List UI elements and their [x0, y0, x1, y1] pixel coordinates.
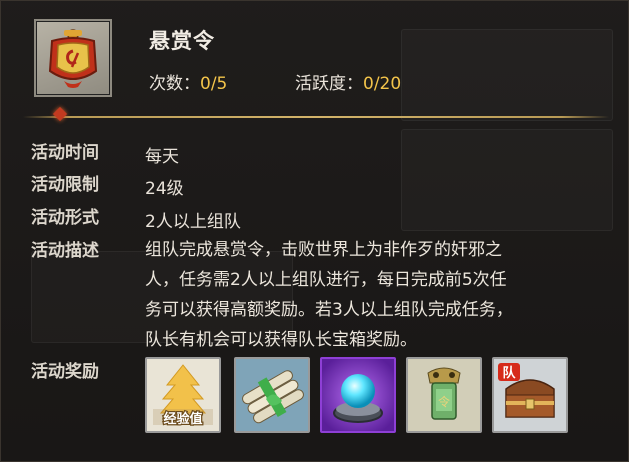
divider-gem-icon — [52, 106, 68, 122]
activity-points-value: 0/20 — [363, 74, 402, 94]
form-label: 活动形式 — [31, 208, 99, 228]
svg-text:令: 令 — [438, 394, 450, 409]
count-value: 0/5 — [200, 74, 228, 94]
activity-detail-panel: 悬赏令 次数：0/5 活跃度：0/20 活动时间 每天 活动限制 24级 活动形… — [0, 0, 629, 462]
header-divider — [23, 116, 609, 118]
description-line: 组队完成悬赏令，击败世界上为非作歹的奸邪之 — [145, 240, 502, 260]
description-line: 队长有机会可以获得队长宝箱奖励。 — [145, 330, 417, 350]
exp-icon: 经验值 — [147, 359, 219, 431]
activity-points-stat: 活跃度：0/20 — [295, 69, 401, 94]
reward-scroll-bundle[interactable] — [234, 357, 310, 433]
limit-value: 24级 — [145, 179, 184, 199]
description-label: 活动描述 — [31, 241, 99, 261]
background-card — [401, 29, 613, 121]
reward-crystal-orb[interactable] — [320, 357, 396, 433]
time-value: 每天 — [145, 147, 179, 167]
crystal-orb-icon — [322, 359, 394, 431]
activity-points-label: 活跃度： — [295, 74, 363, 94]
bounty-order-icon — [34, 19, 112, 97]
limit-label: 活动限制 — [31, 175, 99, 195]
scroll-bundle-icon — [236, 359, 308, 431]
reward-captain-chest[interactable]: 队 — [492, 357, 568, 433]
reward-label: 活动奖励 — [31, 362, 99, 382]
time-label: 活动时间 — [31, 143, 99, 163]
reward-exp[interactable]: 经验值 — [145, 357, 221, 433]
activity-title: 悬赏令 — [149, 29, 215, 53]
description-text: 组队完成悬赏令，击败世界上为非作歹的奸邪之 人，任务需2人以上组队进行，每日完成… — [145, 235, 605, 355]
captain-chest-icon: 队 — [494, 359, 566, 431]
exp-caption: 经验值 — [163, 411, 202, 427]
count-stat: 次数：0/5 — [149, 69, 227, 94]
jade-token-icon: 令 — [408, 359, 480, 431]
captain-badge: 队 — [502, 366, 516, 381]
description-line: 务可以获得高额奖励。若3人以上组队完成任务， — [145, 300, 513, 320]
description-line: 人，任务需2人以上组队进行，每日完成前5次任 — [145, 270, 507, 290]
count-label: 次数： — [149, 74, 200, 94]
form-value: 2人以上组队 — [145, 212, 241, 232]
reward-jade-token[interactable]: 令 — [406, 357, 482, 433]
background-card — [401, 129, 613, 231]
